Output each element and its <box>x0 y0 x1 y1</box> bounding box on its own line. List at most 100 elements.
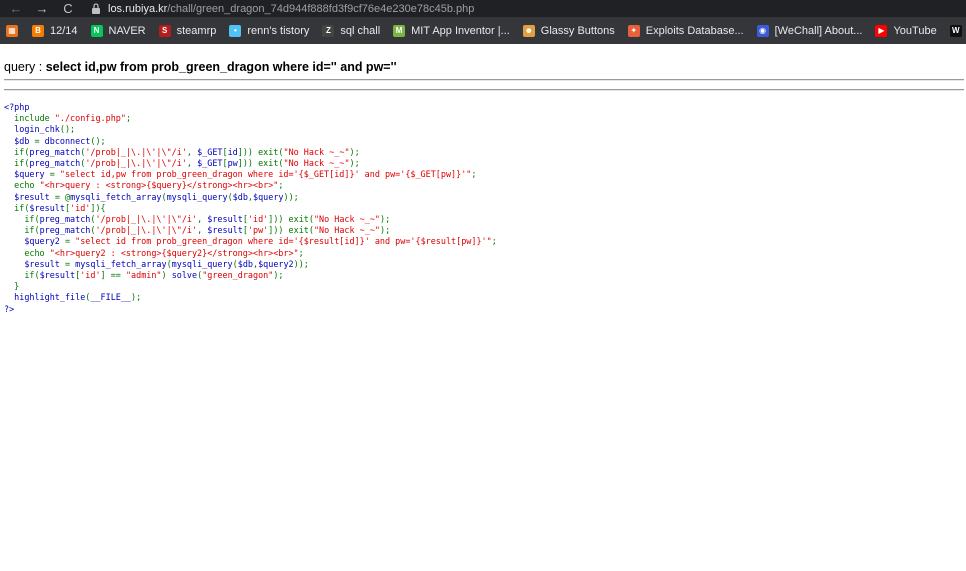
code-token: 'id' <box>80 270 101 281</box>
code-token: = <box>49 169 60 180</box>
bookmark-item[interactable]: Zsql chall <box>322 24 381 37</box>
code-token: preg_match <box>29 146 81 157</box>
code-token: $result <box>39 270 76 281</box>
code-line: echo "<hr>query2 : <strong>{$query2}</st… <box>4 247 304 258</box>
forward-button[interactable]: → <box>29 0 55 17</box>
code-line: $result = @mysqli_fetch_array(mysqli_que… <box>4 192 299 202</box>
code-token: $db <box>4 135 35 146</box>
favicon-icon: Z <box>322 24 335 37</box>
favicon-icon: ✦ <box>627 24 640 37</box>
back-button[interactable]: ← <box>3 0 29 17</box>
code-token: if( <box>4 270 40 281</box>
code-token: ); <box>380 225 391 236</box>
code-token: <?php <box>4 102 30 112</box>
favicon-icon: N <box>90 24 103 37</box>
bookmark-label: Glassy Buttons <box>540 24 615 37</box>
code-token: "select id,pw from prob_green_dragon whe… <box>59 169 472 180</box>
bookmark-item[interactable]: N NAVER <box>90 24 146 37</box>
code-token: $query2 <box>258 258 294 269</box>
favicon-icon: ◉ <box>756 24 769 37</box>
bookmark-item[interactable]: ▶ YouTube <box>875 24 937 37</box>
code-token: , <box>197 225 208 236</box>
bookmark-item[interactable]: • renn's tistory <box>229 24 309 37</box>
code-token: ])) exit( <box>237 146 284 157</box>
code-token: , <box>197 214 208 225</box>
code-token: (); <box>59 124 76 135</box>
code-token: ; <box>125 113 132 124</box>
url-field[interactable]: los.rubiya.kr/chall/green_dragon_74d944f… <box>91 3 474 15</box>
code-line: <?php <box>4 102 29 112</box>
code-token: id <box>227 146 238 157</box>
code-line: echo "<hr>query : <strong>{$query}</stro… <box>4 180 283 190</box>
url-path: /chall/green_dragon_74d944f888fd3f9cf76e… <box>167 2 475 15</box>
code-token: '/prob|_|\.|\'|\"/i' <box>95 225 198 236</box>
favicon-icon: W <box>949 24 962 37</box>
code-token: '/prob|_|\.|\'|\"/i' <box>85 146 187 157</box>
code-line: if(preg_match('/prob|_|\.|\'|\"/i', $_GE… <box>4 147 360 157</box>
code-token: include <box>14 113 55 124</box>
url-host: los.rubiya.kr <box>108 2 168 15</box>
bookmark-item[interactable]: WWhats My IP Addr... <box>949 24 966 37</box>
code-token: "No Hack ~_~" <box>283 146 350 157</box>
favicon-icon: ▶ <box>875 24 888 37</box>
bookmark-label: NAVER <box>108 24 146 37</box>
bookmark-item[interactable]: Ssteamrp <box>158 24 216 37</box>
code-token: (); <box>90 135 106 146</box>
code-token: solve <box>171 270 198 281</box>
code-token: mysqli_query <box>171 258 233 269</box>
favicon-icon: • <box>229 24 242 37</box>
query-output: query : select id,pw from prob_green_dra… <box>4 60 397 74</box>
code-token: ] == <box>100 270 126 281</box>
bookmark-item[interactable]: M MIT App Inventor |... <box>393 24 510 37</box>
code-token: "No Hack ~_~" <box>283 158 350 169</box>
code-token: = <box>64 236 76 247</box>
bookmark-label: sql chall <box>340 24 381 37</box>
code-token: ])) exit( <box>268 214 314 225</box>
code-line: highlight_file(__FILE__); <box>4 292 141 302</box>
code-line: if(preg_match('/prob|_|\.|\'|\"/i', $res… <box>4 214 390 224</box>
bookmark-item[interactable]: ☻ Glassy Buttons <box>522 24 615 37</box>
apps-shortcut[interactable]: ▦ <box>6 24 24 37</box>
code-token: ])) exit( <box>268 225 314 236</box>
code-token: preg_match <box>39 214 91 225</box>
bookmark-item[interactable]: ✦ Exploits Database... <box>627 24 744 37</box>
code-line: if($result['id']){ <box>4 202 105 213</box>
code-line: ?> <box>4 304 14 314</box>
code-token: ?> <box>4 303 15 314</box>
bookmark-label: 12/14 <box>50 24 78 37</box>
code-token: $result <box>4 191 55 202</box>
code-token: = <box>34 135 45 146</box>
bookmark-item[interactable]: B 12/14 <box>32 24 78 37</box>
code-token: __FILE__ <box>90 292 132 303</box>
code-line: if(preg_match('/prob|_|\.|\'|\"/i', $_GE… <box>4 158 360 168</box>
horizontal-rule <box>4 79 964 81</box>
favicon-icon: M <box>393 24 406 37</box>
code-token: ; <box>298 247 304 258</box>
code-token: dbconnect <box>44 135 91 146</box>
query-text: select id,pw from prob_green_dragon wher… <box>45 60 397 74</box>
reload-button[interactable]: C <box>55 0 81 17</box>
code-token: $result <box>207 225 243 236</box>
address-bar: ← → C los.rubiya.kr/chall/green_dragon_7… <box>0 0 966 17</box>
code-token: "admin" <box>125 270 162 281</box>
code-token: $result <box>29 202 65 213</box>
bookmark-item[interactable]: ◉ [WeChall] About... <box>756 24 862 37</box>
code-token: mysqli_fetch_array <box>70 191 162 202</box>
code-token: 'pw' <box>247 225 269 236</box>
code-token: highlight_file <box>4 292 86 303</box>
code-token: preg_match <box>29 158 81 169</box>
code-line: $query = "select id,pw from prob_green_d… <box>4 169 476 179</box>
bookmark-label: Exploits Database... <box>645 24 744 37</box>
code-token: login_chk <box>4 124 60 135</box>
code-line: $db = dbconnect(); <box>4 135 106 146</box>
code-token: $result <box>4 258 65 269</box>
apps-grid-icon: ▦ <box>6 24 18 37</box>
code-token: = @ <box>54 191 71 202</box>
code-token: if( <box>4 202 30 213</box>
code-token: 'id' <box>70 202 91 213</box>
code-token: preg_match <box>39 225 91 236</box>
code-token: '/prob|_|\.|\'|\"/i' <box>85 158 187 169</box>
code-line: include "./config.php"; <box>4 113 131 123</box>
code-token: $db <box>237 258 253 269</box>
